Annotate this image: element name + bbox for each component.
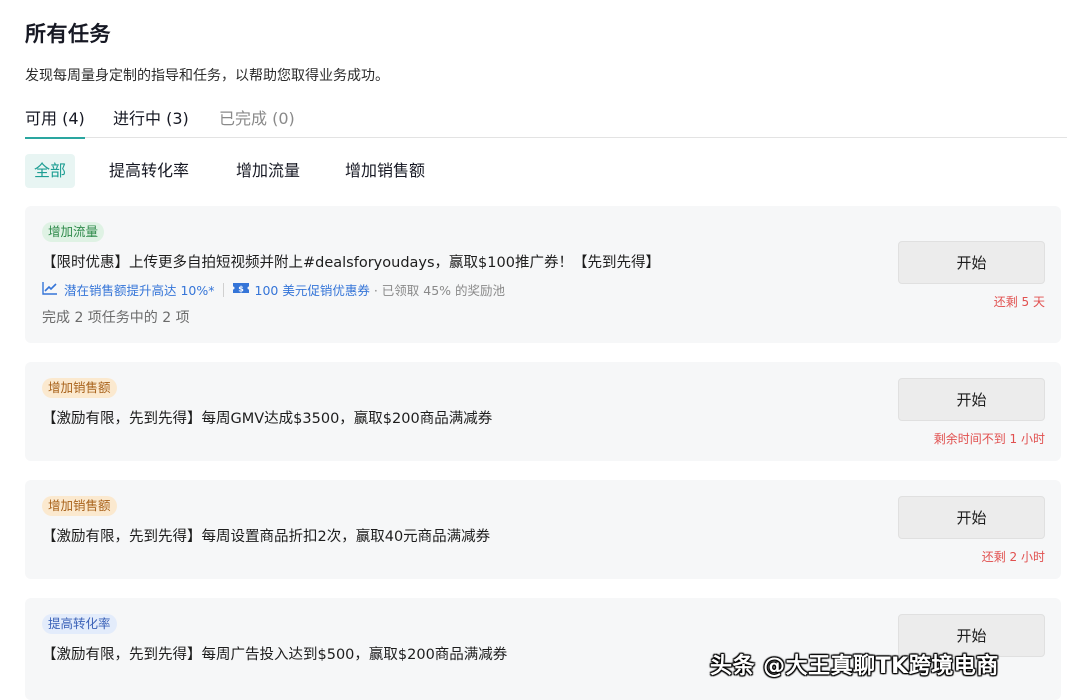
tab-in-progress[interactable]: 进行中 (3) xyxy=(113,108,189,138)
time-left-text: 还剩 5 天 xyxy=(993,295,1045,309)
task-card: 增加销售额 【激励有限，先到先得】每周设置商品折扣2次，赢取40元商品满减券 开… xyxy=(25,480,1061,579)
tab-completed[interactable]: 已完成 (0) xyxy=(219,108,295,138)
coupon-ticket-icon: $ xyxy=(232,281,250,298)
start-button[interactable]: 开始 xyxy=(898,241,1045,284)
svg-text:$: $ xyxy=(238,285,244,294)
potential-sales-link[interactable]: 潜在销售额提升高达 10%* xyxy=(64,280,215,299)
filter-chip-conversion[interactable]: 提高转化率 xyxy=(109,154,189,188)
task-title: 【激励有限，先到先得】每周广告投入达到$500，赢取$200商品满减券 xyxy=(42,647,508,663)
meta-divider xyxy=(222,282,224,297)
watermark: 头条 @大王真聊TK跨境电商 xyxy=(710,654,999,679)
task-category-tag: 增加销售额 xyxy=(42,378,117,398)
filter-chip-traffic[interactable]: 增加流量 xyxy=(236,154,300,188)
page-title: 所有任务 xyxy=(25,22,111,46)
time-left-text: 剩余时间不到 1 小时 xyxy=(933,432,1045,446)
task-progress-text: 完成 2 项任务中的 2 项 xyxy=(42,310,190,326)
task-category-tag: 增加流量 xyxy=(42,222,105,242)
page-subtitle: 发现每周量身定制的指导和任务，以帮助您取得业务成功。 xyxy=(25,68,389,84)
filter-chip-sales[interactable]: 增加销售额 xyxy=(345,154,425,188)
task-card: 增加流量 【限时优惠】上传更多自拍短视频并附上#dealsforyoudays，… xyxy=(25,206,1061,343)
task-category-tag: 增加销售额 xyxy=(42,496,117,516)
trend-chart-icon xyxy=(42,281,58,298)
start-button[interactable]: 开始 xyxy=(898,378,1045,421)
task-card: 增加销售额 【激励有限，先到先得】每周GMV达成$3500，赢取$200商品满减… xyxy=(25,362,1061,461)
task-title: 【限时优惠】上传更多自拍短视频并附上#dealsforyoudays，赢取$10… xyxy=(42,255,660,271)
task-category-tag: 提高转化率 xyxy=(42,614,117,634)
reward-pool-text: · 已领取 45% 的奖励池 xyxy=(373,283,506,298)
task-meta-row: 潜在销售额提升高达 10%* $ 100 美元促销优惠券 · 已领取 45% 的… xyxy=(42,280,505,299)
task-title: 【激励有限，先到先得】每周GMV达成$3500，赢取$200商品满减券 xyxy=(42,411,493,427)
time-left-text: 还剩 2 小时 xyxy=(981,550,1045,564)
tab-available[interactable]: 可用 (4) xyxy=(25,108,85,139)
filter-chip-all[interactable]: 全部 xyxy=(25,154,76,188)
start-button[interactable]: 开始 xyxy=(898,496,1045,539)
status-tabs: 可用 (4) 进行中 (3) 已完成 (0) xyxy=(25,108,1067,139)
task-title: 【激励有限，先到先得】每周设置商品折扣2次，赢取40元商品满减券 xyxy=(42,529,491,545)
coupon-link[interactable]: 100 美元促销优惠券 xyxy=(255,280,370,299)
